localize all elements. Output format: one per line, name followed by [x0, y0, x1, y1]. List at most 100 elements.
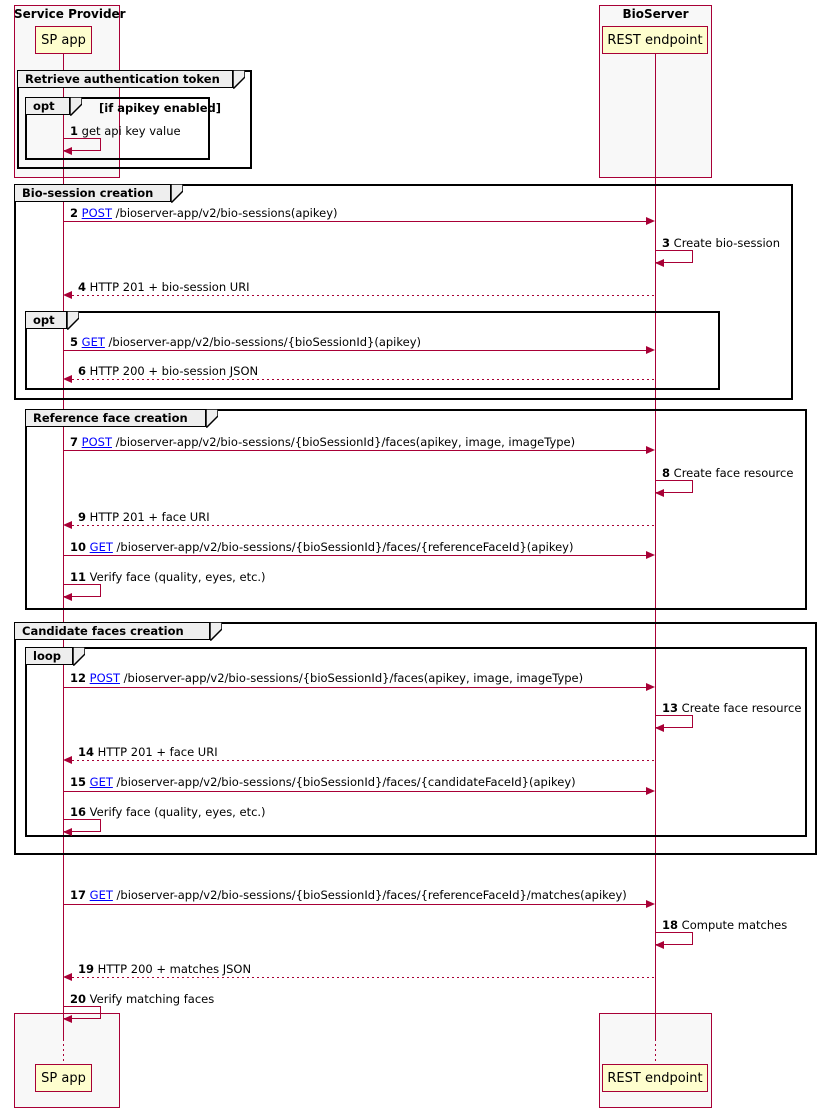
message-4-text: HTTP 201 + bio-session URI — [89, 280, 250, 294]
message-13-text: Create face resource — [681, 701, 802, 715]
participant-sp-app-bottom-label: SP app — [41, 1070, 86, 1086]
message-11-arrowhead-icon — [63, 593, 72, 601]
frame-tab-notch-icon-5 — [206, 409, 218, 428]
message-13-label: 13 Create face resource — [662, 701, 801, 715]
message-14-line — [72, 760, 655, 761]
message-12-arrowhead-icon — [646, 683, 655, 691]
message-18-text: Compute matches — [681, 918, 788, 932]
message-5-line — [63, 350, 646, 351]
message-17-label: 17 GET /bioserver-app/v2/bio-sessions/{b… — [70, 888, 627, 902]
message-12-number: 12 — [70, 671, 87, 685]
message-4-arrowhead-icon — [63, 291, 72, 299]
frame-tab-notch-icon-2 — [70, 97, 82, 116]
message-10-verb[interactable]: GET — [90, 540, 113, 554]
message-10-arrowhead-icon — [646, 551, 655, 559]
message-2-arrowhead-icon — [646, 217, 655, 225]
message-4-number: 4 — [78, 280, 87, 294]
frame-bio-session-creation-label: Bio-session creation — [22, 186, 154, 200]
message-15-label: 15 GET /bioserver-app/v2/bio-sessions/{b… — [70, 775, 576, 789]
message-11-label: 11 Verify face (quality, eyes, etc.) — [70, 570, 266, 584]
message-10-line — [63, 555, 646, 556]
message-3-label: 3 Create bio-session — [662, 236, 780, 250]
message-2-verb[interactable]: POST — [82, 206, 112, 220]
message-15-text: /bioserver-app/v2/bio-sessions/{bioSessi… — [116, 775, 576, 789]
message-2-text: /bioserver-app/v2/bio-sessions(apikey) — [115, 206, 338, 220]
message-12-line — [63, 687, 646, 688]
message-17-verb[interactable]: GET — [90, 888, 113, 902]
message-10-number: 10 — [70, 540, 87, 554]
message-1-label: 1 get api key value — [70, 124, 181, 138]
participant-rest-endpoint-bottom-label: REST endpoint — [607, 1070, 703, 1086]
message-7-verb[interactable]: POST — [82, 435, 112, 449]
participant-rest-endpoint-bottom[interactable]: REST endpoint — [602, 1064, 708, 1092]
message-17-arrowhead-icon — [646, 900, 655, 908]
message-19-number: 19 — [78, 962, 95, 976]
message-20-label: 20 Verify matching faces — [70, 992, 214, 1006]
frame-opt-get-bio-session-tab: opt — [25, 311, 67, 329]
participant-sp-app-top[interactable]: SP app — [35, 26, 92, 54]
lifeline-rest-endpoint-dotted — [655, 1039, 656, 1064]
message-19-text: HTTP 200 + matches JSON — [97, 962, 252, 976]
participant-rest-endpoint-top[interactable]: REST endpoint — [602, 26, 708, 54]
frame-reference-face-creation-tab: Reference face creation — [25, 409, 206, 427]
message-17-line — [63, 904, 646, 905]
frame-tab-notch-icon-1 — [233, 70, 245, 89]
frame-opt-apikey-label: opt — [33, 99, 55, 113]
message-8-number: 8 — [662, 466, 671, 480]
message-6-label: 6 HTTP 200 + bio-session JSON — [78, 364, 258, 378]
message-18-arrowhead-icon — [655, 941, 664, 949]
package-service-provider-bottom — [14, 1013, 120, 1108]
message-3-number: 3 — [662, 236, 671, 250]
frame-bio-session-creation-tab: Bio-session creation — [14, 184, 171, 202]
frame-tab-notch-icon-4 — [67, 311, 79, 330]
frame-loop-candidate-faces-tab: loop — [25, 647, 73, 665]
message-12-label: 12 POST /bioserver-app/v2/bio-sessions/{… — [70, 671, 583, 685]
message-6-line — [72, 379, 655, 380]
frame-tab-notch-icon-7 — [73, 647, 85, 666]
message-1-arrowhead-icon — [63, 147, 72, 155]
message-19-arrowhead-icon — [63, 973, 72, 981]
message-9-label: 9 HTTP 201 + face URI — [78, 510, 210, 524]
frame-retrieve-authentication-token-tab: Retrieve authentication token — [17, 70, 233, 88]
message-14-text: HTTP 201 + face URI — [97, 745, 218, 759]
message-7-number: 7 — [70, 435, 79, 449]
message-18-label: 18 Compute matches — [662, 918, 787, 932]
message-2-number: 2 — [70, 206, 79, 220]
message-15-verb[interactable]: GET — [90, 775, 113, 789]
frame-candidate-faces-creation-label: Candidate faces creation — [22, 624, 184, 638]
frame-loop-candidate-faces-label: loop — [33, 649, 61, 663]
frame-opt-get-bio-session-label: opt — [33, 313, 55, 327]
lifeline-sp-app-dotted — [63, 1039, 64, 1064]
frame-opt-apikey-tab: opt — [25, 97, 70, 115]
message-16-arrowhead-icon — [63, 828, 72, 836]
frame-opt-apikey-condition: [if apikey enabled] — [99, 101, 221, 115]
participant-rest-endpoint-top-label: REST endpoint — [607, 32, 703, 48]
frame-tab-notch-icon-3 — [171, 184, 183, 203]
message-9-arrowhead-icon — [63, 521, 72, 529]
frame-tab-notch-icon-6 — [210, 622, 222, 641]
message-6-number: 6 — [78, 364, 87, 378]
message-5-label: 5 GET /bioserver-app/v2/bio-sessions/{bi… — [70, 335, 421, 349]
message-15-line — [63, 791, 646, 792]
participant-sp-app-bottom[interactable]: SP app — [35, 1064, 92, 1092]
message-16-text: Verify face (quality, eyes, etc.) — [89, 805, 266, 819]
message-15-number: 15 — [70, 775, 87, 789]
message-8-text: Create face resource — [673, 466, 794, 480]
message-16-label: 16 Verify face (quality, eyes, etc.) — [70, 805, 266, 819]
message-1-text: get api key value — [81, 124, 181, 138]
message-7-label: 7 POST /bioserver-app/v2/bio-sessions/{b… — [70, 435, 575, 449]
message-3-arrowhead-icon — [655, 259, 664, 267]
frame-candidate-faces-creation-tab: Candidate faces creation — [14, 622, 210, 640]
message-5-verb[interactable]: GET — [82, 335, 105, 349]
message-9-text: HTTP 201 + face URI — [89, 510, 210, 524]
message-6-arrowhead-icon — [63, 375, 72, 383]
sequence-diagram-canvas: Service Provider BioServer SP app REST e… — [0, 0, 832, 1113]
frame-retrieve-authentication-token-label: Retrieve authentication token — [25, 72, 220, 86]
message-20-number: 20 — [70, 992, 87, 1006]
message-19-line — [72, 977, 655, 978]
message-10-text: /bioserver-app/v2/bio-sessions/{bioSessi… — [116, 540, 574, 554]
message-2-line — [63, 221, 646, 222]
message-12-verb[interactable]: POST — [90, 671, 120, 685]
message-13-arrowhead-icon — [655, 724, 664, 732]
message-16-number: 16 — [70, 805, 87, 819]
